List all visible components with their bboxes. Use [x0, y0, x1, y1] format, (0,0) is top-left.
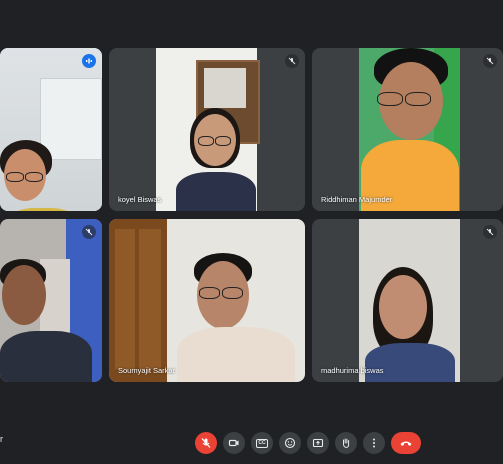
participant-name: Riddhiman Majumder — [321, 195, 393, 204]
end-call-icon — [400, 441, 412, 446]
raise-hand-icon — [342, 438, 350, 449]
end-call-button[interactable] — [391, 432, 421, 454]
mic-off-icon — [82, 225, 96, 239]
video-feed — [109, 219, 305, 382]
mic-off-icon — [201, 438, 211, 448]
video-feed — [0, 48, 102, 211]
video-feed — [156, 48, 260, 211]
emoji-button[interactable] — [279, 432, 301, 454]
video-feed — [359, 48, 460, 211]
participant-tile-3[interactable]: Riddhiman Majumder — [312, 48, 503, 211]
speaking-indicator-icon — [82, 54, 96, 68]
camera-icon — [228, 439, 239, 447]
captions-button[interactable]: CC — [251, 432, 273, 454]
participant-tile-6[interactable]: madhurima biswas — [312, 219, 503, 382]
emoji-icon — [284, 437, 296, 449]
camera-toggle-button[interactable] — [223, 432, 245, 454]
meeting-info: r — [0, 434, 3, 444]
present-button[interactable] — [307, 432, 329, 454]
mic-off-icon — [285, 54, 299, 68]
more-options-button[interactable] — [363, 432, 385, 454]
raise-hand-button[interactable] — [335, 432, 357, 454]
participant-name: koyel Biswas — [118, 195, 162, 204]
video-feed — [0, 219, 102, 382]
participant-tile-2[interactable]: koyel Biswas — [109, 48, 305, 211]
mic-toggle-button[interactable] — [195, 432, 217, 454]
participant-tile-4[interactable] — [0, 219, 102, 382]
participant-name: Soumyajit Sarkar — [118, 366, 176, 375]
mic-off-icon — [483, 225, 497, 239]
call-controls: CC — [195, 432, 421, 454]
video-feed — [359, 219, 460, 382]
participant-tile-1[interactable] — [0, 48, 102, 211]
participant-tile-5[interactable]: Soumyajit Sarkar — [109, 219, 305, 382]
more-options-icon — [373, 438, 375, 448]
mic-off-icon — [483, 54, 497, 68]
captions-icon: CC — [256, 438, 268, 448]
present-icon — [312, 438, 324, 448]
participant-name: madhurima biswas — [321, 366, 384, 375]
